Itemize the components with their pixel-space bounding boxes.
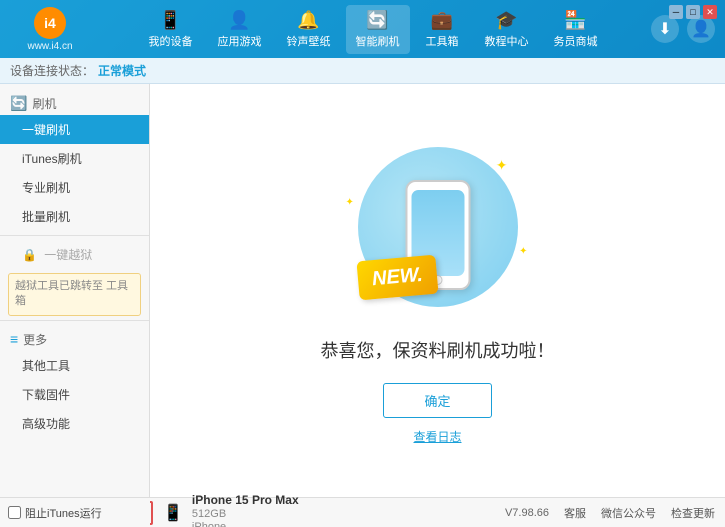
new-badge: NEW. [356,254,438,300]
footer-device-info: iPhone 15 Pro Max 512GB iPhone [192,493,299,527]
apps-games-label: 应用游戏 [218,33,262,49]
sidebar-item-pro-flash[interactable]: 专业刷机 [0,173,149,202]
version-label: V7.98.66 [505,507,549,519]
nav-item-tutorials[interactable]: 🎓 教程中心 [475,5,539,54]
toolbox-label: 工具箱 [426,33,459,49]
sparkle-icon-2: ✦ [346,197,354,208]
sidebar-divider-2 [0,320,149,321]
sidebar-item-batch-flash[interactable]: 批量刷机 [0,202,149,231]
nav-item-my-device[interactable]: 📱 我的设备 [139,5,203,54]
my-device-label: 我的设备 [149,33,193,49]
ringtones-icon: 🔔 [297,10,319,31]
wechat-link[interactable]: 微信公众号 [601,505,656,521]
nav-item-ringtones[interactable]: 🔔 铃声壁纸 [277,5,341,54]
itunes-checkbox[interactable] [8,506,21,519]
status-value: 正常模式 [98,62,146,79]
sidebar-item-download-firmware[interactable]: 下载固件 [0,380,149,409]
my-device-icon: 📱 [159,10,181,31]
minimize-button[interactable]: ─ [669,5,683,19]
user-button[interactable]: 👤 [687,15,715,43]
header: i4 www.i4.cn 📱 我的设备 👤 应用游戏 🔔 铃声壁纸 🔄 智能刷机 [0,0,725,58]
sidebar-item-itunes-flash[interactable]: iTunes刷机 [0,144,149,173]
device-phone-icon: 📱 [163,503,183,523]
store-icon: 🏪 [564,10,586,31]
more-section-label: 更多 [23,331,47,348]
sidebar-section-flash: 🔄 刷机 [0,89,149,115]
confirm-button[interactable]: 确定 [383,383,491,418]
status-bar: 设备连接状态： 正常模式 [0,58,725,84]
device-storage: 512GB [192,508,299,520]
smart-flash-label: 智能刷机 [356,33,400,49]
maximize-button[interactable]: □ [686,5,700,19]
content-area: NEW. ✦ ✦ ✦ 恭喜您，保资料刷机成功啦！ 确定 查看日志 [150,84,725,497]
footer-right: V7.98.66 客服 微信公众号 检查更新 [505,505,715,521]
itunes-bar: 阻止iTunes运行 [0,497,150,527]
device-type: iPhone [192,521,299,527]
logo-icon: i4 [34,7,66,39]
toolbox-icon: 💼 [431,10,453,31]
logo-area: i4 www.i4.cn [10,7,90,52]
store-label: 务员商城 [554,33,598,49]
smart-flash-icon: 🔄 [366,10,388,31]
sidebar-item-one-key-flash[interactable]: 一键刷机 [0,115,149,144]
nav-item-apps-games[interactable]: 👤 应用游戏 [208,5,272,54]
sidebar-item-other-tools[interactable]: 其他工具 [0,351,149,380]
phone-illustration: NEW. ✦ ✦ ✦ [338,137,538,317]
close-button[interactable]: ✕ [703,5,717,19]
window-controls: ─ □ ✕ [669,5,717,19]
sidebar-item-jailbreak: 🔒 一键越狱 [0,240,149,269]
check-update-link[interactable]: 检查更新 [671,505,715,521]
flash-section-label: 刷机 [32,95,56,112]
nav-item-smart-flash[interactable]: 🔄 智能刷机 [346,5,410,54]
nav-item-toolbox[interactable]: 💼 工具箱 [415,5,470,54]
itunes-label: 阻止iTunes运行 [25,505,102,521]
sidebar-divider-1 [0,235,149,236]
sidebar-notice: 越狱工具已跳转至 工具箱 [8,273,141,316]
ringtones-label: 铃声壁纸 [287,33,331,49]
status-label: 设备连接状态： [10,62,94,79]
nav-items: 📱 我的设备 👤 应用游戏 🔔 铃声壁纸 🔄 智能刷机 💼 工具箱 🎓 [105,5,641,54]
feedback-link[interactable]: 客服 [564,505,586,521]
sparkle-icon-1: ✦ [496,157,508,174]
nav-item-store[interactable]: 🏪 务员商城 [544,5,608,54]
device-name: iPhone 15 Pro Max [192,493,299,507]
tutorials-icon: 🎓 [495,10,517,31]
tutorials-label: 教程中心 [485,33,529,49]
logo-url: www.i4.cn [27,41,72,52]
sidebar-item-advanced[interactable]: 高级功能 [0,409,149,438]
sparkle-icon-3: ✦ [519,246,527,257]
header-right: ⬇ 👤 [651,15,715,43]
sidebar: 🔄 刷机 一键刷机 iTunes刷机 专业刷机 批量刷机 🔒 一键越狱 越狱工具… [0,84,150,497]
apps-games-icon: 👤 [228,10,250,31]
download-button[interactable]: ⬇ [651,15,679,43]
more-section-icon: ≡ [10,331,18,347]
main-layout: 🔄 刷机 一键刷机 iTunes刷机 专业刷机 批量刷机 🔒 一键越狱 越狱工具… [0,84,725,497]
log-link[interactable]: 查看日志 [413,428,461,445]
sidebar-section-more: ≡ 更多 [0,325,149,351]
success-message: 恭喜您，保资料刷机成功啦！ [321,337,555,363]
flash-section-icon: 🔄 [10,95,27,112]
